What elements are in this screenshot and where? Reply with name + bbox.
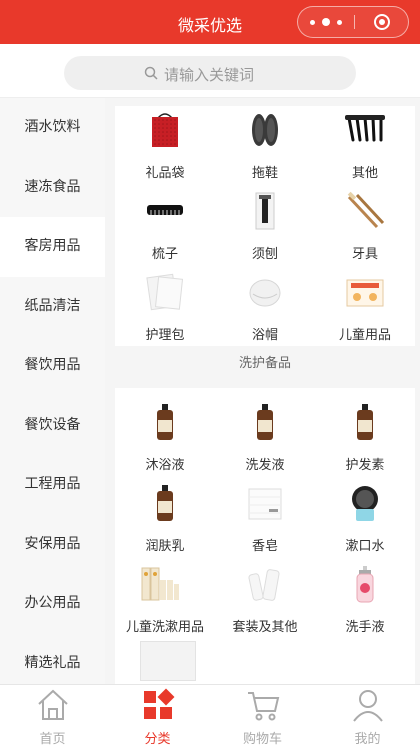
hand-soap-icon xyxy=(356,566,374,603)
tubes-icon xyxy=(248,569,280,601)
toothbrush-icon xyxy=(347,191,385,229)
category-label: 礼品袋 xyxy=(145,166,185,181)
care-pack-icon xyxy=(146,273,184,311)
product-thumbnail[interactable] xyxy=(140,641,196,681)
comb-icon xyxy=(147,205,183,215)
sidebar-item-paper-cleaning[interactable]: 纸品清洁 xyxy=(0,277,105,337)
category-content: 礼品袋 拖鞋 其他 梳子 须刨 牙具 护理包 浴帽 儿童用品 洗护备品 沐浴液 … xyxy=(105,98,420,684)
category-label: 须刨 xyxy=(251,247,278,262)
category-label: 其他 xyxy=(351,166,378,181)
sidebar-item-gifts[interactable]: 精选礼品 xyxy=(0,634,105,685)
category-other[interactable]: 其他 xyxy=(315,106,415,187)
category-shampoo[interactable]: 洗发液 xyxy=(215,398,315,479)
mini-program-capsule xyxy=(297,6,409,38)
category-toothbrush[interactable]: 牙具 xyxy=(315,187,415,268)
home-icon xyxy=(37,689,68,720)
category-label: 护理包 xyxy=(145,328,185,343)
category-label: 洗手液 xyxy=(345,620,385,635)
tab-label: 我的 xyxy=(354,732,381,747)
bottle-icon xyxy=(157,485,173,521)
panel-toiletries: 沐浴液 洗发液 护发素 润肤乳 香皂 漱口水 儿童洗漱用品 套装及其他 洗手液 xyxy=(115,388,415,684)
category-soap[interactable]: 香皂 xyxy=(215,479,315,560)
search-area: 请输入关键词 xyxy=(0,44,420,98)
sidebar-item-office[interactable]: 办公用品 xyxy=(0,574,105,634)
tab-cart[interactable]: 购物车 xyxy=(210,685,315,748)
category-care-pack[interactable]: 护理包 xyxy=(115,268,215,349)
sidebar-item-drinks[interactable]: 酒水饮料 xyxy=(0,98,105,158)
kids-toiletries-icon xyxy=(141,567,179,601)
category-lotion[interactable]: 润肤乳 xyxy=(115,479,215,560)
section-title: 洗护备品 xyxy=(238,356,291,371)
cart-icon xyxy=(247,692,279,721)
category-comb[interactable]: 梳子 xyxy=(115,187,215,268)
category-mouthwash[interactable]: 漱口水 xyxy=(315,479,415,560)
sidebar-item-dining-equipment[interactable]: 餐饮设备 xyxy=(0,396,105,456)
kids-pack-icon xyxy=(346,279,384,307)
category-label: 儿童用品 xyxy=(338,328,391,343)
search-input[interactable]: 请输入关键词 xyxy=(64,56,356,90)
category-hand-soap[interactable]: 洗手液 xyxy=(315,560,415,641)
category-kids-items[interactable]: 儿童用品 xyxy=(315,268,415,349)
category-label: 牙具 xyxy=(351,247,378,262)
category-label: 浴帽 xyxy=(251,328,278,343)
bottle-icon xyxy=(357,404,373,440)
category-label: 儿童洗漱用品 xyxy=(125,620,204,635)
hangers-icon xyxy=(345,115,385,142)
category-label: 梳子 xyxy=(151,247,178,262)
tab-label: 购物车 xyxy=(242,732,282,747)
category-gift-bag[interactable]: 礼品袋 xyxy=(115,106,215,187)
tab-label: 首页 xyxy=(39,732,66,747)
soap-icon xyxy=(248,488,282,520)
tab-home[interactable]: 首页 xyxy=(0,685,105,748)
category-icon xyxy=(143,688,174,719)
category-conditioner[interactable]: 护发素 xyxy=(315,398,415,479)
razor-icon xyxy=(255,192,275,230)
shower-cap-icon xyxy=(249,279,281,307)
category-label: 漱口水 xyxy=(345,539,385,554)
category-sets-and-other[interactable]: 套装及其他 xyxy=(215,560,315,641)
sidebar-item-frozen-food[interactable]: 速冻食品 xyxy=(0,158,105,218)
profile-icon xyxy=(352,690,383,722)
category-label: 沐浴液 xyxy=(145,458,185,473)
sidebar-item-dining-supplies[interactable]: 餐饮用品 xyxy=(0,336,105,396)
tab-profile[interactable]: 我的 xyxy=(315,685,420,748)
tab-category[interactable]: 分类 xyxy=(105,685,210,748)
search-placeholder: 请输入关键词 xyxy=(164,66,255,84)
category-razor[interactable]: 须刨 xyxy=(215,187,315,268)
category-label: 润肤乳 xyxy=(145,539,185,554)
gift-bag-icon xyxy=(152,113,178,147)
tab-label: 分类 xyxy=(144,732,171,747)
category-body-wash[interactable]: 沐浴液 xyxy=(115,398,215,479)
sidebar-item-engineering[interactable]: 工程用品 xyxy=(0,455,105,515)
bottle-icon xyxy=(157,404,173,440)
bottle-icon xyxy=(257,404,273,440)
mouthwash-icon xyxy=(352,486,378,521)
category-label: 套装及其他 xyxy=(232,620,298,635)
category-label: 拖鞋 xyxy=(251,166,278,181)
category-kids-toiletries[interactable]: 儿童洗漱用品 xyxy=(115,560,215,641)
search-icon xyxy=(144,66,158,80)
sidebar-item-room-supplies[interactable]: 客房用品 xyxy=(0,217,105,277)
bottom-tab-bar: 首页 分类 购物车 我的 xyxy=(0,684,420,748)
panel-room-items: 礼品袋 拖鞋 其他 梳子 须刨 牙具 护理包 浴帽 儿童用品 xyxy=(115,106,415,346)
category-label: 洗发液 xyxy=(245,458,285,473)
more-icon[interactable] xyxy=(298,7,354,37)
category-slippers[interactable]: 拖鞋 xyxy=(215,106,315,187)
category-label: 香皂 xyxy=(251,539,278,554)
title-bar: 微采优选 xyxy=(0,0,420,44)
category-label: 护发素 xyxy=(345,458,385,473)
close-icon[interactable] xyxy=(354,7,410,37)
category-shower-cap[interactable]: 浴帽 xyxy=(215,268,315,349)
slippers-icon xyxy=(252,114,278,146)
category-sidebar: 酒水饮料 速冻食品 客房用品 纸品清洁 餐饮用品 餐饮设备 工程用品 安保用品 … xyxy=(0,98,105,684)
sidebar-item-security[interactable]: 安保用品 xyxy=(0,515,105,575)
